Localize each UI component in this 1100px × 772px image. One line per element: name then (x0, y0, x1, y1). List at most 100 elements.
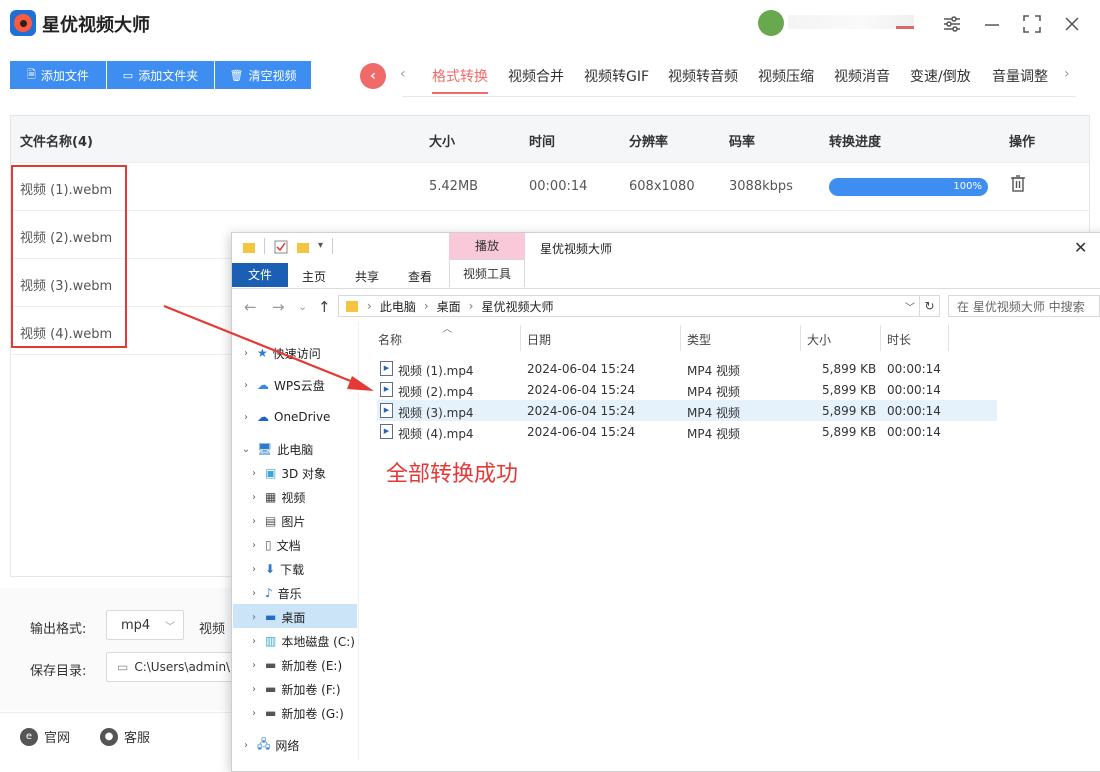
file-name: 视频 (2).mp4 (398, 385, 474, 399)
col-size[interactable]: 大小 (807, 331, 831, 348)
col-header-bitrate: 码率 (729, 135, 756, 150)
tab-video-to-audio[interactable]: 视频转音频 (668, 66, 738, 86)
tree-label: 新加卷 (E:) (281, 658, 343, 673)
tree-item-desktop[interactable]: › ▬ 桌面 (248, 607, 305, 627)
trash-icon: 🗑 (229, 68, 244, 82)
column-separator[interactable] (800, 325, 801, 351)
tab-video-mute[interactable]: 视频消音 (834, 66, 890, 86)
refresh-icon[interactable]: ↻ (920, 295, 940, 317)
recent-dropdown-icon[interactable]: ⌄ (298, 300, 307, 313)
file-name: 视频 (1).mp4 (398, 364, 474, 378)
minimize-icon[interactable] (980, 12, 1004, 36)
new-folder-icon[interactable] (296, 240, 310, 258)
title-bar (0, 0, 1100, 48)
col-duration[interactable]: 时长 (887, 331, 911, 348)
tree-item-music[interactable]: › ♪ 音乐 (248, 583, 302, 603)
tree-item-this-pc[interactable]: ⌄ 🖥 此电脑 (240, 439, 313, 459)
tree-item-3d-objects[interactable]: › ▣ 3D 对象 (248, 463, 326, 483)
tree-label: 网络 (275, 738, 300, 753)
breadcrumb-this-pc[interactable]: 此电脑 (380, 298, 416, 315)
clear-label: 清空视频 (248, 68, 297, 83)
col-type[interactable]: 类型 (687, 331, 711, 348)
file-bitrate: 3088kbps (729, 179, 793, 194)
add-folder-label: 添加文件夹 (138, 68, 199, 83)
output-format-select[interactable]: mp4 ﹀ (106, 610, 184, 640)
file-size: 5,899 KB (822, 425, 877, 439)
ribbon-tab-share[interactable]: 共享 (355, 268, 379, 285)
ribbon-tab-home[interactable]: 主页 (302, 268, 326, 285)
tree-item-pictures[interactable]: › ▤ 图片 (248, 511, 305, 531)
mp4-file-icon: ▶ (380, 424, 393, 439)
address-dropdown-icon[interactable]: ﹀ (905, 299, 915, 314)
properties-icon[interactable] (274, 240, 288, 258)
settings-icon[interactable] (940, 12, 964, 36)
column-separator[interactable] (520, 325, 521, 351)
delete-row-icon[interactable] (1010, 175, 1026, 197)
video-setting-label: 视频 (199, 622, 226, 637)
tree-label: 下载 (280, 562, 305, 577)
tree-item-network[interactable]: › 🖧 网络 (240, 735, 299, 755)
tab-speed-reverse[interactable]: 变速/倒放 (910, 66, 971, 86)
tree-item-wps-cloud[interactable]: › ☁ WPS云盘 (240, 375, 325, 395)
tree-item-local-disk-c[interactable]: › ▥ 本地磁盘 (C:) (248, 631, 355, 651)
quick-toolbar-dropdown-icon[interactable]: ▾ (318, 240, 323, 251)
file-duration: 00:00:14 (887, 425, 941, 439)
file-row[interactable]: ▶ 视频 (1).mp4 2024-06-04 15:24 MP4 视频 5,8… (377, 358, 997, 379)
explorer-close-icon[interactable]: ✕ (1074, 238, 1087, 257)
file-row[interactable]: ▶ 视频 (2).mp4 2024-06-04 15:24 MP4 视频 5,8… (377, 379, 997, 400)
tree-item-onedrive[interactable]: › ☁ OneDrive (240, 407, 330, 427)
up-arrow-icon[interactable]: ↑ (318, 298, 331, 316)
website-link[interactable]: e 官网 (20, 727, 70, 746)
add-folder-button[interactable]: ▭ 添加文件夹 (107, 61, 214, 89)
col-header-resolution: 分辨率 (629, 135, 669, 150)
address-bar[interactable]: › 此电脑 › 桌面 › 星优视频大师 ﹀ (338, 295, 920, 317)
tab-video-to-gif[interactable]: 视频转GIF (584, 66, 649, 86)
tree-item-quick-access[interactable]: › ★ 快速访问 (240, 343, 321, 363)
tree-item-volume-f[interactable]: › ▬ 新加卷 (F:) (248, 679, 341, 699)
forward-arrow-icon[interactable]: → (272, 298, 285, 316)
tree-item-volume-e[interactable]: › ▬ 新加卷 (E:) (248, 655, 342, 675)
support-link[interactable]: ● 客服 (100, 727, 150, 746)
column-separator[interactable] (680, 325, 681, 351)
ribbon-tab-video-tools[interactable]: 视频工具 (449, 259, 525, 287)
user-avatar[interactable] (758, 10, 784, 36)
file-row[interactable]: ▶ 视频 (4).mp4 2024-06-04 15:24 MP4 视频 5,8… (377, 421, 997, 442)
file-date: 2024-06-04 15:24 (527, 425, 636, 439)
quick-access-folder-icon[interactable] (242, 240, 256, 258)
tree-label: 3D 对象 (281, 466, 327, 481)
tree-label: 音乐 (277, 586, 302, 601)
col-name[interactable]: 名称 (378, 331, 402, 348)
breadcrumb-desktop[interactable]: 桌面 (437, 298, 461, 315)
file-row-selected[interactable]: ▶ 视频 (3).mp4 2024-06-04 15:24 MP4 视频 5,8… (377, 400, 997, 421)
clear-videos-button[interactable]: 🗑 清空视频 (215, 61, 311, 89)
breadcrumb-folder[interactable]: 星优视频大师 (481, 298, 553, 315)
ribbon-tab-file[interactable]: 文件 (232, 263, 288, 287)
browser-icon: e (20, 727, 38, 746)
tab-volume-adjust[interactable]: 音量调整 (992, 66, 1048, 86)
save-path-input[interactable]: ▭ C:\Users\admin\ (106, 652, 246, 682)
tabs-scroll-right-icon[interactable]: › (1064, 66, 1070, 82)
tree-item-documents[interactable]: › ▯ 文档 (248, 535, 301, 555)
chevron-down-icon: ﹀ (165, 621, 175, 633)
tree-item-downloads[interactable]: › ⬇ 下载 (248, 559, 304, 579)
back-arrow-icon[interactable]: ← (244, 298, 257, 316)
column-separator[interactable] (948, 325, 949, 351)
file-name: 视频 (4).mp4 (398, 427, 474, 441)
ribbon-tab-view[interactable]: 查看 (408, 268, 432, 285)
tab-format-convert[interactable]: 格式转换 (432, 66, 488, 86)
search-input[interactable]: 在 星优视频大师 中搜索 (948, 295, 1100, 317)
context-tab-play[interactable]: 播放 (449, 233, 525, 259)
active-tab-indicator (432, 92, 488, 94)
close-icon[interactable] (1060, 12, 1084, 36)
column-separator[interactable] (880, 325, 881, 351)
tab-video-merge[interactable]: 视频合并 (508, 66, 564, 86)
tree-item-volume-g[interactable]: › ▬ 新加卷 (G:) (248, 703, 344, 723)
tabs-scroll-left-icon[interactable]: ‹ (400, 66, 406, 82)
tab-video-compress[interactable]: 视频压缩 (758, 66, 814, 86)
add-file-button[interactable]: 🗎 添加文件 (10, 61, 106, 89)
maximize-icon[interactable] (1020, 12, 1044, 36)
col-date[interactable]: 日期 (527, 331, 551, 348)
tree-item-videos[interactable]: › ▦ 视频 (248, 487, 305, 507)
collapse-arrow-button[interactable]: ‹ (360, 63, 386, 89)
sort-ascending-icon: ︿ (442, 324, 452, 335)
